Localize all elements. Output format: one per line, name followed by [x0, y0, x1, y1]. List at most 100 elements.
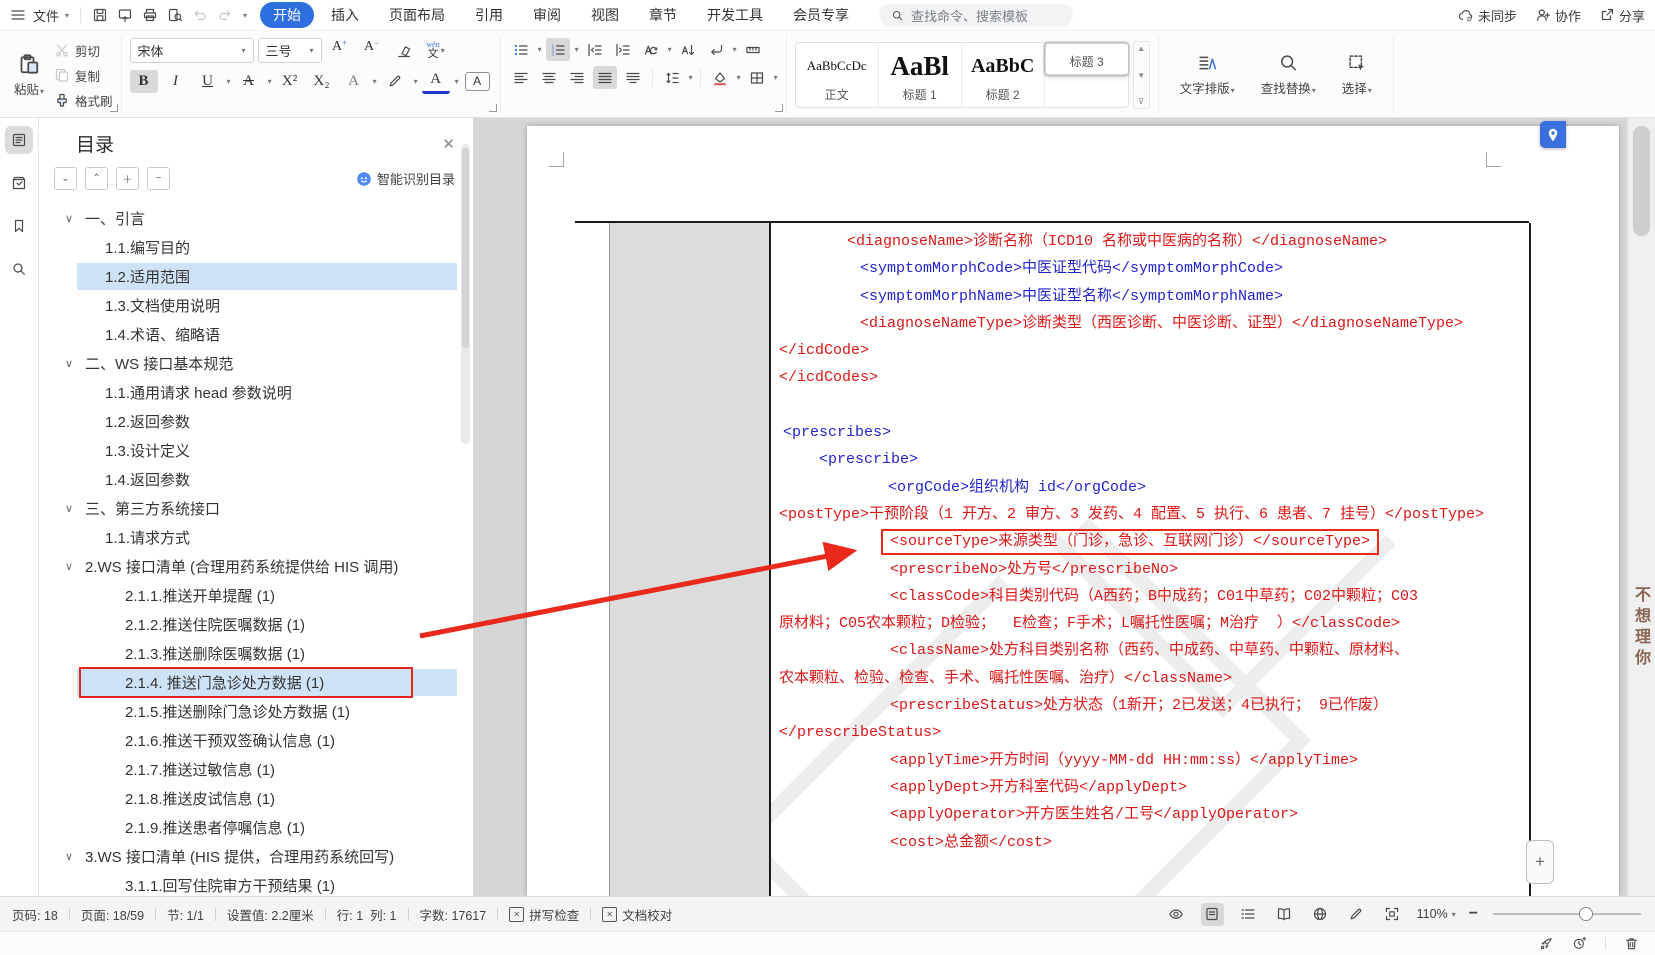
close-icon[interactable]: ✕: [442, 135, 455, 153]
check-panel-tab[interactable]: [5, 169, 33, 197]
toc-item[interactable]: 1.4.返回参数: [39, 465, 473, 494]
ink-button[interactable]: [1345, 903, 1368, 926]
toc-collapse-icon[interactable]: ∨: [65, 850, 73, 863]
italic-button[interactable]: I: [162, 70, 190, 93]
fit-page-button[interactable]: [1381, 903, 1404, 926]
toc-item[interactable]: 2.1.3.推送删除医嘱数据 (1): [39, 639, 473, 668]
toc-item[interactable]: 2.1.8.推送皮试信息 (1): [39, 784, 473, 813]
styles-gallery-scroll[interactable]: ▲ ▼ ⊽: [1132, 41, 1150, 109]
hamburger-icon[interactable]: [10, 7, 26, 23]
paste-button[interactable]: 粘贴▾: [10, 38, 48, 112]
bullet-list-button[interactable]: [509, 38, 533, 61]
web-view-button[interactable]: [1309, 903, 1332, 926]
superscript-button[interactable]: X²: [276, 70, 304, 93]
align-left-button[interactable]: [509, 66, 533, 89]
document-page[interactable]: <diagnoseName>诊断名称（ICD10 名称或中医病的名称）</dia…: [527, 126, 1619, 896]
style-card-标题 2[interactable]: AaBbC 标题 2: [962, 43, 1045, 107]
toc-collapse-icon[interactable]: ∨: [65, 502, 73, 515]
toc-item[interactable]: ∨ 2.WS 接口清单 (合理用药系统提供给 HIS 调用): [39, 552, 473, 581]
tab-视图[interactable]: 视图: [578, 2, 632, 28]
zoom-out-button[interactable]: −: [1469, 905, 1478, 923]
eye-protect-button[interactable]: [1165, 903, 1188, 926]
increase-indent-button[interactable]: [611, 38, 635, 61]
dialog-launcher[interactable]: [774, 104, 783, 112]
select-button[interactable]: 选择▾: [1329, 38, 1385, 112]
smart-toc-button[interactable]: 智能识别目录: [356, 169, 455, 188]
bookmark-panel-tab[interactable]: [5, 212, 33, 240]
subscript-button[interactable]: X₂: [308, 70, 336, 93]
copy-button[interactable]: 复制: [54, 65, 113, 85]
text-layout-button[interactable]: 文字排版▾: [1167, 38, 1248, 112]
clear-format-button[interactable]: [390, 39, 418, 62]
toc-item[interactable]: 1.1.编写目的: [39, 233, 473, 262]
style-card-正文[interactable]: AaBbCcDc 正文: [796, 43, 879, 107]
command-search[interactable]: 查找命令、搜索模板: [879, 3, 1074, 27]
toc-item[interactable]: ∨ 三、第三方系统接口: [39, 494, 473, 523]
underline-button[interactable]: U: [194, 70, 222, 93]
toc-item[interactable]: 2.1.2.推送住院医嘱数据 (1): [39, 610, 473, 639]
toc-item[interactable]: 1.2.返回参数: [39, 407, 473, 436]
toc-item[interactable]: 2.1.9.推送患者停嘱信息 (1): [39, 813, 473, 842]
wrap-mark-button[interactable]: [704, 38, 728, 61]
tab-页面布局[interactable]: 页面布局: [376, 2, 458, 28]
zoom-value[interactable]: 110%: [1417, 907, 1448, 921]
dialog-launcher[interactable]: [488, 104, 497, 112]
zoom-slider[interactable]: [1493, 907, 1641, 921]
sort-button[interactable]: [676, 38, 700, 61]
align-right-button[interactable]: [565, 66, 589, 89]
status-item[interactable]: 页面: 18/59: [81, 905, 144, 924]
bold-button[interactable]: B: [129, 69, 158, 93]
search-panel-tab[interactable]: [5, 255, 33, 283]
tab-审阅[interactable]: 审阅: [520, 2, 574, 28]
spell-check-button[interactable]: ✕ 拼写检查: [509, 905, 579, 924]
export-icon[interactable]: [117, 7, 133, 23]
format-painter-button[interactable]: 格式刷: [54, 90, 113, 110]
toc-item[interactable]: 3.1.1.回写住院审方干预结果 (1): [39, 871, 473, 896]
tab-开发工具[interactable]: 开发工具: [694, 2, 776, 28]
toc-item[interactable]: 2.1.5.推送删除门急诊处方数据 (1): [39, 697, 473, 726]
tab-会员专享[interactable]: 会员专享: [780, 2, 862, 28]
expand-all-button[interactable]: ⌄: [54, 167, 77, 190]
gallery-up-icon[interactable]: ▲: [1137, 44, 1145, 53]
toc-item[interactable]: 1.1.请求方式: [39, 523, 473, 552]
style-card-标题 1[interactable]: AaBl 标题 1: [879, 43, 962, 107]
status-item[interactable]: 页码: 18: [12, 905, 58, 924]
cut-button[interactable]: 剪切: [54, 40, 113, 60]
toc-item[interactable]: 1.1.通用请求 head 参数说明: [39, 378, 473, 407]
zoom-control[interactable]: 110% ▾: [1417, 907, 1456, 921]
find-replace-button[interactable]: 查找替换▾: [1248, 38, 1329, 112]
justify-button[interactable]: [592, 66, 617, 89]
save-icon[interactable]: [92, 7, 108, 23]
gallery-down-icon[interactable]: ▼: [1137, 71, 1145, 80]
toc-item[interactable]: 1.2.适用范围: [39, 262, 473, 291]
toc-item[interactable]: 2.1.1.推送开单提醒 (1): [39, 581, 473, 610]
increase-font-button[interactable]: A +: [326, 39, 354, 62]
align-center-button[interactable]: [537, 66, 561, 89]
locate-pin-button[interactable]: [1540, 121, 1566, 148]
tab-插入[interactable]: 插入: [318, 2, 372, 28]
font-name-select[interactable]: 宋体 ▾: [129, 38, 254, 63]
collapse-level-button[interactable]: −: [147, 167, 170, 190]
toc-item[interactable]: 2.1.7.推送过敏信息 (1): [39, 755, 473, 784]
xml-code-cell[interactable]: <diagnoseName>诊断名称（ICD10 名称或中医病的名称）</dia…: [769, 223, 1531, 896]
status-item[interactable]: 节: 1/1: [167, 905, 204, 924]
change-case-button[interactable]: [639, 38, 663, 61]
zoom-slider-knob[interactable]: [1578, 907, 1593, 921]
decrease-indent-button[interactable]: [583, 38, 607, 61]
gallery-more-icon[interactable]: ⊽: [1138, 97, 1144, 106]
history-icon[interactable]: [1572, 936, 1587, 951]
toc-item[interactable]: 1.4.术语、缩略语: [39, 320, 473, 349]
shading-button[interactable]: [708, 66, 732, 89]
toc-item[interactable]: 1.3.文档使用说明: [39, 291, 473, 320]
collapse-all-button[interactable]: ⌃: [85, 167, 108, 190]
toc-collapse-icon[interactable]: ∨: [65, 212, 73, 225]
font-color-button[interactable]: A: [421, 68, 450, 94]
font-size-select[interactable]: 三号 ▾: [257, 38, 322, 63]
toc-item[interactable]: ∨ 3.WS 接口清单 (HIS 提供，合理用药系统回写): [39, 842, 473, 871]
share-button[interactable]: 分享: [1599, 6, 1645, 25]
expand-level-button[interactable]: ＋: [116, 167, 139, 190]
line-spacing-button[interactable]: [660, 66, 684, 89]
vertical-scrollbar[interactable]: [1627, 118, 1655, 896]
highlight-button[interactable]: [381, 70, 409, 93]
borders-button[interactable]: [745, 66, 769, 89]
